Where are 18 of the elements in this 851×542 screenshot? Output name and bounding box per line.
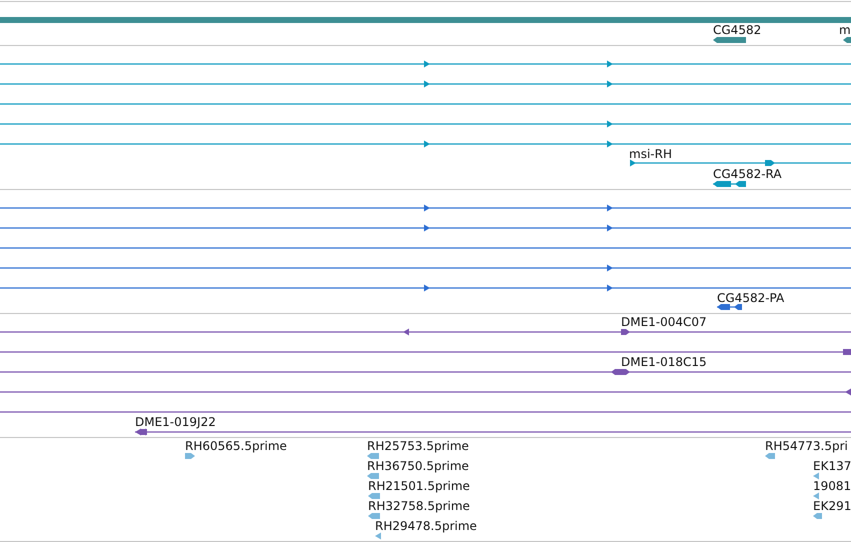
feature-label: DME1-004C07: [621, 315, 707, 329]
feature-label: RH21501.5prime: [368, 479, 470, 493]
feature-label: 19081: [813, 479, 851, 493]
feature-label: RH25753.5prime: [367, 439, 469, 453]
feature-label: DME1-018C15: [621, 355, 707, 369]
feature-label: RH29478.5prime: [375, 519, 477, 533]
feature-label: RH54773.5pri: [765, 439, 848, 453]
feature-label: msi-RH: [629, 147, 672, 161]
feature-label: m: [839, 23, 851, 37]
feature-label: DME1-019J22: [135, 415, 216, 429]
feature-label: RH32758.5prime: [368, 499, 470, 513]
feature-label: CG4582-RA: [713, 167, 782, 181]
feature-label: CG4582: [713, 23, 762, 37]
feature-label: EK291: [813, 499, 851, 513]
feature-label: CG4582-PA: [717, 291, 784, 305]
feature-label: RH36750.5prime: [367, 459, 469, 473]
feature-label: RH60565.5prime: [185, 439, 287, 453]
feature-label: EK137: [813, 459, 851, 473]
